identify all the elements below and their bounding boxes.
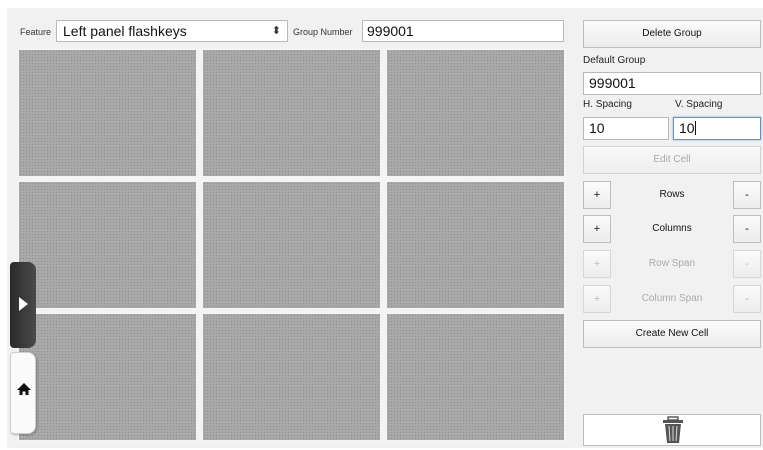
create-new-cell-button[interactable]: Create New Cell (583, 320, 761, 348)
group-number-input[interactable]: 999001 (362, 20, 564, 42)
column-span-label: Column Span (641, 293, 703, 304)
cell-grid (17, 48, 567, 444)
home-icon (17, 383, 31, 395)
delete-cell-button[interactable] (583, 414, 761, 446)
rows-minus-button[interactable]: - (733, 181, 761, 209)
group-number-value: 999001 (367, 23, 414, 39)
columns-minus-button[interactable]: - (733, 215, 761, 243)
grid-cell[interactable] (203, 314, 380, 440)
grid-cell[interactable] (387, 50, 564, 176)
row-span-label: Row Span (648, 258, 696, 269)
rows-plus-button[interactable]: + (583, 181, 611, 209)
grid-cell[interactable] (19, 50, 196, 176)
feature-label: Feature (20, 27, 52, 37)
grid-cell[interactable] (387, 314, 564, 440)
delete-group-button[interactable]: Delete Group (583, 20, 761, 48)
edit-cell-button[interactable]: Edit Cell (583, 146, 761, 174)
rows-label: Rows (659, 189, 685, 200)
row-span-minus-button[interactable]: - (733, 250, 761, 278)
home-tab[interactable] (10, 352, 36, 434)
row-span-plus-button[interactable]: + (583, 250, 611, 278)
v-spacing-input[interactable]: 10 (673, 117, 761, 140)
group-number-label: Group Number (293, 27, 353, 37)
column-span-plus-button[interactable]: + (583, 285, 611, 313)
grid-cell[interactable] (19, 314, 196, 440)
feature-select-value: Left panel flashkeys (63, 23, 187, 39)
default-group-value: 999001 (589, 75, 636, 91)
text-caret (694, 121, 696, 135)
columns-plus-button[interactable]: + (583, 215, 611, 243)
column-span-minus-button[interactable]: - (733, 285, 761, 313)
v-spacing-label: V. Spacing (675, 99, 723, 110)
grid-cell[interactable] (19, 182, 196, 308)
grid-cell[interactable] (203, 50, 380, 176)
grid-cell[interactable] (387, 182, 564, 308)
columns-label: Columns (652, 223, 692, 234)
trash-icon (663, 416, 683, 443)
v-spacing-value: 10 (679, 120, 695, 136)
grid-cell[interactable] (203, 182, 380, 308)
expand-panel-tab[interactable] (10, 262, 36, 348)
h-spacing-input[interactable]: 10 (583, 117, 669, 140)
default-group-input[interactable]: 999001 (583, 72, 761, 95)
default-group-label: Default Group (583, 55, 646, 66)
feature-select[interactable]: Left panel flashkeys ⬍ (56, 20, 288, 42)
select-arrows-icon: ⬍ (271, 25, 281, 37)
play-icon (19, 297, 28, 311)
h-spacing-label: H. Spacing (583, 99, 632, 110)
h-spacing-value: 10 (589, 120, 605, 136)
